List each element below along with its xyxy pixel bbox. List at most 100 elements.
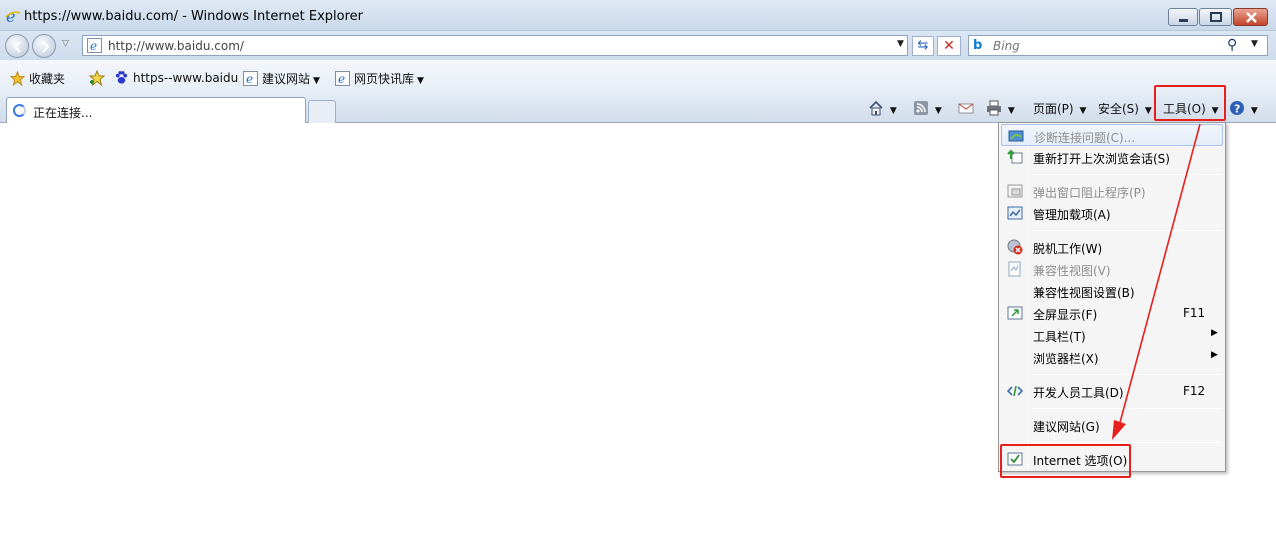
menu-item-label: 全屏显示(F) [1033,308,1098,322]
favorite-item-label: https--www.baidu [133,71,239,85]
menu-item-label: 工具栏(T) [1033,330,1086,344]
chevron-down-icon: ▼ [1141,106,1152,116]
navigation-bar: ▽ e http://www.baidu.com/ ▼ ⇆ ✕ b Bing ⚲… [0,31,1276,60]
back-arrow-icon [13,41,21,53]
chevron-down-icon: ▼ [887,106,897,116]
menu-item-popup-blocker[interactable]: 弹出窗口阻止程序(P) [1001,180,1223,202]
menu-item-shortcut: F12 [1183,384,1206,398]
menu-item-manage-addons[interactable]: 管理加载项(A) [1001,202,1223,224]
read-mail-button[interactable] [958,100,974,116]
menu-item-full-screen[interactable]: 全屏显示(F) F11 [1001,302,1223,324]
maximize-button[interactable] [1199,8,1232,26]
ie-page-icon: e [243,71,258,86]
safety-menu-label: 安全(S) [1098,102,1139,116]
help-icon: ? [1230,101,1244,116]
svg-text:?: ? [1234,103,1240,116]
title-bar: e https://www.baidu.com/ - Windows Inter… [0,0,1276,31]
favorite-item-baidu[interactable]: https--www.baidu [114,70,238,85]
address-url[interactable]: http://www.baidu.com/ [108,39,244,53]
favorite-item-label: 建议网站 [262,72,311,86]
chevron-down-icon: ▼ [932,106,942,116]
menu-item-compat-view[interactable]: 兼容性视图(V) [1001,258,1223,280]
menu-separator [1031,408,1221,409]
address-bar[interactable]: e http://www.baidu.com/ ▼ [82,35,908,56]
stop-icon: ✕ [943,38,955,54]
feeds-button[interactable]: ▼ [913,100,942,116]
fullscreen-icon [1007,306,1023,320]
chevron-down-icon: ▼ [417,76,424,86]
refresh-icon: ⇆ [917,38,929,53]
search-options-dropdown-icon[interactable]: ▼ [1251,39,1258,49]
search-placeholder[interactable]: Bing [993,39,1020,53]
menu-item-toolbars[interactable]: 工具栏(T) ▶ [1001,324,1223,346]
submenu-arrow-icon: ▶ [1211,350,1218,360]
menu-item-label: 建议网站(G) [1033,420,1100,434]
menu-item-explorer-bars[interactable]: 浏览器栏(X) ▶ [1001,346,1223,368]
favorite-item-suggested-sites[interactable]: e 建议网站 ▼ [243,70,320,87]
menu-item-suggested-sites[interactable]: 建议网站(G) [1001,414,1223,436]
print-button[interactable]: ▼ [986,100,1015,116]
baidu-paw-icon [115,71,128,84]
chevron-down-icon: ▼ [1005,106,1015,116]
tools-menu: 诊断连接问题(C)... 重新打开上次浏览会话(S) 弹出窗口阻止程序(P) 管… [998,122,1226,472]
popup-blocker-icon [1007,184,1023,198]
address-dropdown-icon[interactable]: ▼ [897,39,904,49]
add-to-favorites-bar-icon[interactable] [88,70,106,86]
menu-item-work-offline[interactable]: 脱机工作(W) [1001,236,1223,258]
svg-text:e: e [90,39,97,53]
menu-separator [1031,442,1221,443]
menu-separator [1031,374,1221,375]
page-menu-button[interactable]: 页面(P) ▼ [1033,100,1086,117]
bing-icon: b [973,38,983,53]
menu-item-label: 兼容性视图(V) [1033,264,1111,278]
favorites-button[interactable]: 收藏夹 [10,70,65,87]
menu-item-label: 诊断连接问题(C)... [1034,131,1136,145]
home-icon [869,100,883,116]
new-tab-button[interactable] [308,100,336,123]
favorite-item-web-slice-gallery[interactable]: e 网页快讯库 ▼ [335,70,424,87]
printer-icon [987,100,1001,116]
tab-title: 正在连接... [33,106,93,120]
menu-item-label: 兼容性视图设置(B) [1033,286,1135,300]
menu-item-diagnose-connection[interactable]: 诊断连接问题(C)... [1001,124,1223,146]
menu-item-label: 弹出窗口阻止程序(P) [1033,186,1146,200]
recent-pages-dropdown[interactable]: ▽ [62,39,69,49]
menu-item-developer-tools[interactable]: 开发人员工具(D) F12 [1001,380,1223,402]
window-title: https://www.baidu.com/ - Windows Interne… [24,9,364,24]
ie-page-icon: e [335,71,350,86]
compat-view-icon [1008,261,1021,277]
search-icon[interactable]: ⚲ [1227,37,1237,53]
home-button[interactable]: ▼ [868,100,897,116]
menu-item-shortcut: F11 [1183,306,1206,320]
back-button[interactable] [5,34,29,58]
tab-active[interactable]: 正在连接... [6,97,306,124]
favorite-item-label: 网页快讯库 [354,72,415,86]
svg-text:e: e [338,72,345,86]
tab-row: 正在连接... ▼ ▼ ▼ 页面(P) ▼ 安全(S) ▼ 工具(O) ▼ ? … [0,94,1276,124]
page-ie-icon: e [87,38,102,53]
menu-item-label: 浏览器栏(X) [1033,352,1099,366]
refresh-button[interactable]: ⇆ [912,36,934,56]
favorites-label: 收藏夹 [29,72,66,86]
minimize-button[interactable] [1168,8,1198,26]
menu-item-compat-view-settings[interactable]: 兼容性视图设置(B) [1001,280,1223,302]
chevron-down-icon: ▼ [1248,106,1258,116]
submenu-arrow-icon: ▶ [1211,328,1218,338]
reopen-session-icon [1007,149,1023,164]
close-button[interactable] [1233,8,1268,26]
loading-icon [13,104,26,117]
feeds-icon [914,101,928,115]
safety-menu-button[interactable]: 安全(S) ▼ [1098,100,1152,117]
help-button[interactable]: ? ▼ [1229,100,1258,116]
addons-icon [1007,206,1023,220]
forward-button[interactable] [32,34,56,58]
search-box[interactable]: b Bing ⚲ ▼ [968,35,1268,56]
menu-item-label: 开发人员工具(D) [1033,386,1124,400]
minimize-icon [1179,19,1188,22]
internet-explorer-icon: e [5,8,21,24]
menu-item-reopen-session[interactable]: 重新打开上次浏览会话(S) [1001,146,1223,168]
favorites-bar: 收藏夹 https--www.baidu e 建议网站 ▼ e 网页快讯库 ▼ [0,60,1276,94]
star-icon [10,71,25,86]
chevron-down-icon: ▼ [1076,106,1087,116]
stop-button[interactable]: ✕ [937,36,961,56]
